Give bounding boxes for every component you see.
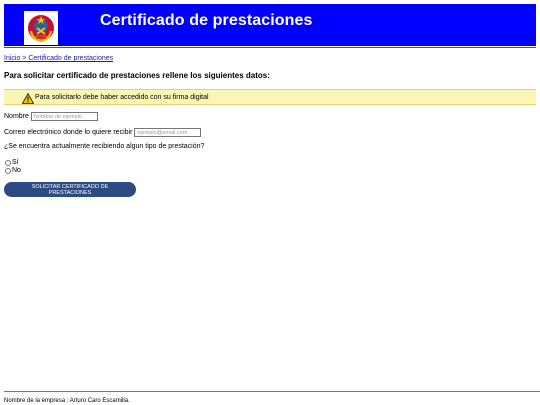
prestacion-question: ¿Se encuentra actualmente recibiendo alg… xyxy=(4,143,205,150)
email-input[interactable] xyxy=(134,128,202,137)
page-header: Certificado de prestaciones xyxy=(4,4,536,46)
radio-label-si: Sí xyxy=(12,159,19,166)
radio-button-no[interactable] xyxy=(5,167,11,174)
name-row: Nombre xyxy=(4,112,98,121)
breadcrumb: Inicio > Certificado de prestaciones xyxy=(4,55,113,62)
page-title: Certificado de prestaciones xyxy=(100,12,313,29)
warning-banner: Para solicitarlo debe haber accedido con… xyxy=(4,89,536,105)
form-heading: Para solicitar certificado de prestacion… xyxy=(4,71,270,80)
submit-button[interactable]: SOLICITAR CERTIFICADO DE PRESTACIONES xyxy=(4,182,136,197)
warning-text: Para solicitarlo debe haber accedido con… xyxy=(35,93,209,101)
header-divider xyxy=(4,47,536,48)
radio-option-si[interactable]: Sí xyxy=(5,159,19,166)
warning-icon xyxy=(22,91,34,104)
footer-company: Nombre de la empresa : Arturo Caro Escam… xyxy=(4,398,130,404)
email-row: Correo electrónico donde lo quiere recib… xyxy=(4,128,202,137)
radio-option-no[interactable]: No xyxy=(5,167,21,174)
footer-divider xyxy=(4,391,540,392)
breadcrumb-link[interactable]: Inicio > Certificado de prestaciones xyxy=(4,55,113,62)
name-label: Nombre xyxy=(4,113,29,120)
email-label: Correo electrónico donde lo quiere recib… xyxy=(4,129,133,136)
emblem-icon xyxy=(24,11,58,45)
radio-button-si[interactable] xyxy=(5,159,11,166)
radio-label-no: No xyxy=(12,167,21,174)
name-input[interactable] xyxy=(30,112,98,121)
